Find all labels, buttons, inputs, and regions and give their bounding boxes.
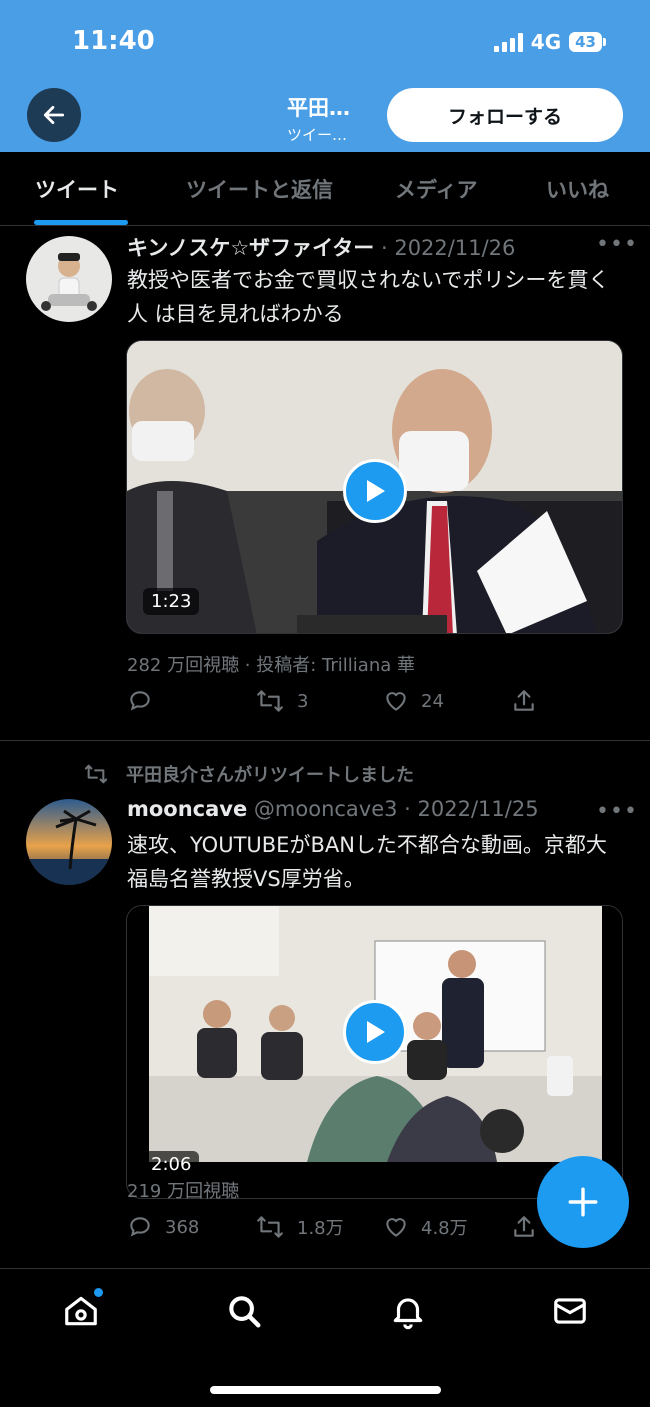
like-button[interactable]: 24 [383, 688, 444, 714]
author-name[interactable]: キンノスケ☆ザファイター [127, 236, 374, 260]
video-duration: 2:06 [143, 1151, 200, 1178]
profile-name: 平田… [287, 96, 350, 120]
tab-media[interactable]: メディア [395, 174, 478, 204]
home-indicator [210, 1386, 441, 1394]
tweet-actions: 368 1.8万 4.8万 [127, 1214, 547, 1244]
heart-icon [386, 1218, 406, 1237]
top-header: 11:40 4G 43 平田… ツイー… フォローする [0, 0, 650, 152]
compose-tweet-button[interactable] [537, 1156, 629, 1248]
play-icon [367, 1021, 385, 1043]
reply-count: 368 [165, 1216, 200, 1238]
follow-button[interactable]: フォローする [387, 88, 623, 142]
plus-icon [568, 1187, 598, 1217]
bottom-navigation [0, 1268, 650, 1407]
nav-search[interactable] [224, 1291, 264, 1331]
like-count: 4.8万 [421, 1218, 468, 1239]
retweet-button[interactable]: 1.8万 [255, 1214, 344, 1240]
tweet-text: 速攻、YOUTUBEがBANした不都合な動画。京都大福島名誉教授VS厚労省。 [127, 833, 607, 891]
notification-dot [94, 1288, 103, 1297]
avatar[interactable] [26, 236, 112, 322]
view-count: 219 万回視聴 [127, 1181, 240, 1202]
video-thumbnail[interactable]: 1:23 [126, 340, 623, 634]
tweet-actions: 3 24 [127, 688, 547, 718]
search-icon [229, 1296, 261, 1328]
view-count: 282 万回視聴 · 投稿者: Trilliana 華 [127, 655, 415, 676]
nav-notifications[interactable] [388, 1291, 428, 1331]
share-icon [514, 1216, 534, 1237]
like-button[interactable]: 4.8万 [383, 1214, 468, 1240]
tab-tweets[interactable]: ツイート [35, 174, 119, 204]
home-icon [65, 1296, 97, 1326]
nav-home[interactable] [61, 1288, 103, 1331]
tweet-text: 教授や医者でお金で買収されないでポリシーを貫く人 は目を見ればわかる [127, 268, 610, 326]
profile-tabs: ツイート ツイートと返信 メディア いいね [0, 152, 650, 226]
avatar[interactable] [26, 799, 112, 885]
tweet-count: ツイー… [287, 126, 348, 144]
reply-button[interactable] [127, 688, 153, 714]
status-indicators: 4G 43 [493, 30, 606, 54]
arrow-left-icon [43, 106, 65, 124]
reply-icon [130, 691, 150, 711]
retweet-count: 1.8万 [297, 1218, 344, 1239]
retweet-button[interactable]: 3 [255, 688, 308, 714]
reply-button[interactable]: 368 [127, 1214, 199, 1240]
share-button[interactable] [511, 1214, 537, 1240]
network-type: 4G [530, 30, 562, 54]
battery-level: 43 [569, 32, 602, 52]
tweet-divider [0, 740, 650, 741]
battery-icon: 43 [569, 32, 606, 52]
mail-icon [554, 1298, 586, 1324]
retweet-label[interactable]: 平田良介さんがリツイートしました [126, 761, 414, 787]
share-icon [514, 690, 534, 711]
reply-icon [130, 1217, 150, 1237]
status-time: 11:40 [72, 26, 155, 56]
retweet-icon [257, 1216, 283, 1238]
retweet-icon [84, 764, 108, 784]
like-count: 24 [421, 690, 444, 712]
profile-title: 平田… ツイー… [287, 92, 350, 145]
retweet-icon [257, 690, 283, 712]
tweet-meta: · 2022/11/26 [374, 236, 516, 260]
share-button[interactable] [511, 688, 537, 714]
author-name[interactable]: mooncave [127, 797, 247, 821]
retweet-count: 3 [297, 690, 309, 712]
retweet-indicator: 平田良介さんがリツイートしました [82, 761, 414, 787]
tab-likes[interactable]: いいね [546, 174, 609, 204]
bell-icon [393, 1298, 423, 1330]
video-thumbnail[interactable]: 2:06 ● 1043 [126, 905, 623, 1199]
more-icon[interactable]: ••• [596, 799, 638, 824]
tweet-header: mooncave @mooncave3 · 2022/11/25 [127, 797, 539, 821]
tweet-header: キンノスケ☆ザファイター · 2022/11/26 [127, 232, 515, 262]
nav-messages[interactable] [550, 1291, 590, 1331]
back-button[interactable] [27, 88, 81, 142]
heart-icon [386, 692, 406, 711]
play-button[interactable] [343, 459, 407, 523]
tweet-meta: @mooncave3 · 2022/11/25 [247, 797, 539, 821]
play-icon [367, 480, 385, 502]
more-icon[interactable]: ••• [596, 232, 638, 257]
active-tab-indicator [34, 220, 128, 225]
tab-tweets-replies[interactable]: ツイートと返信 [186, 174, 333, 204]
signal-icon [493, 32, 523, 52]
video-duration: 1:23 [143, 588, 200, 615]
play-button[interactable] [343, 1000, 407, 1064]
